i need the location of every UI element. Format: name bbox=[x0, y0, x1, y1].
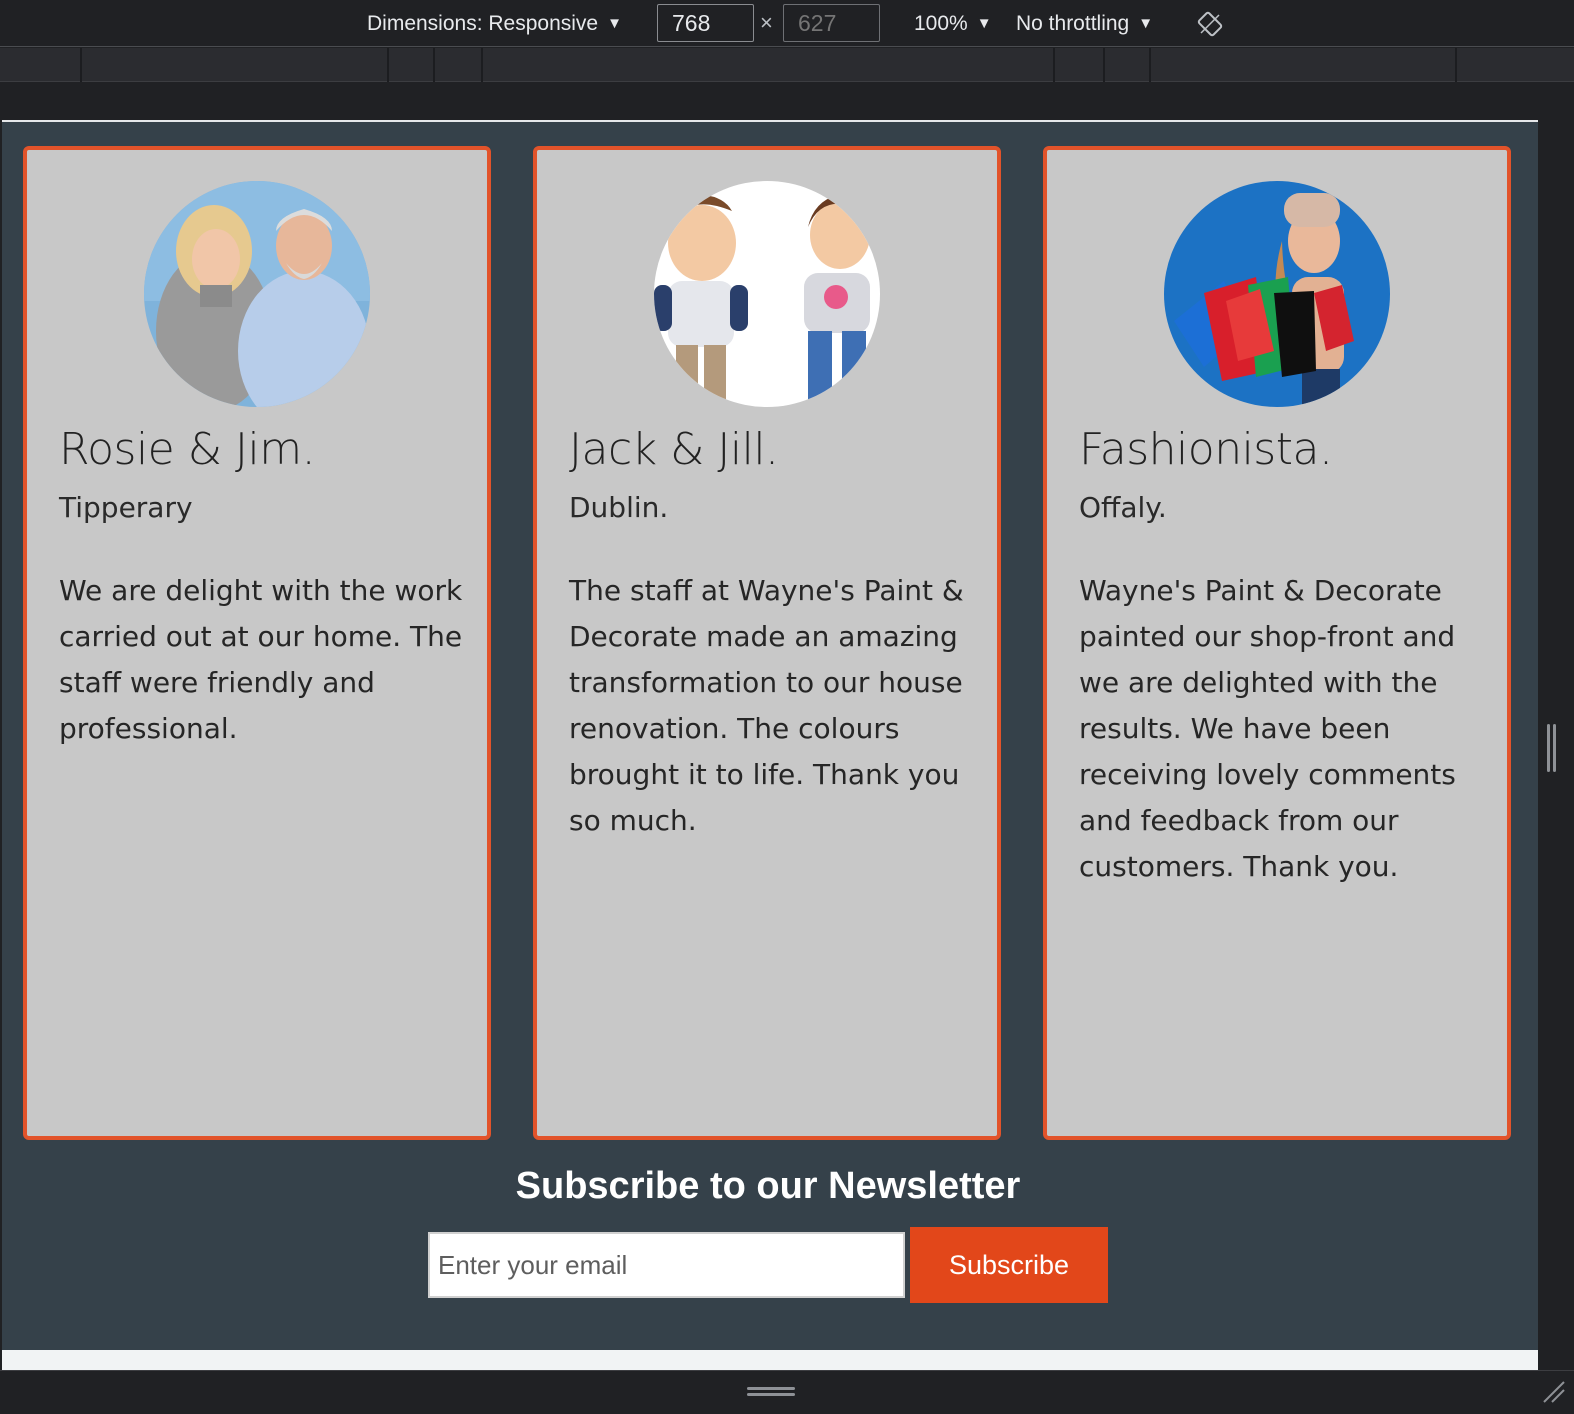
zoom-dropdown[interactable]: 100% ▼ bbox=[914, 0, 992, 47]
couple-photo bbox=[144, 181, 370, 407]
ruler-divider bbox=[387, 48, 389, 82]
toolbar-spacer bbox=[0, 83, 1574, 120]
height-input[interactable] bbox=[783, 4, 880, 42]
viewport-bottom-edge bbox=[2, 1350, 1538, 1370]
zoom-label: 100% bbox=[914, 11, 968, 35]
testimonial-name: Jack & Jill. bbox=[569, 424, 779, 475]
times-icon: × bbox=[760, 10, 773, 35]
testimonial-avatar bbox=[1164, 181, 1390, 407]
dimensions-label: Dimensions: Responsive bbox=[367, 11, 599, 35]
ruler-divider bbox=[1053, 48, 1055, 82]
cartoon-couple-illustration bbox=[654, 181, 880, 407]
media-query-bar[interactable] bbox=[0, 48, 1574, 82]
testimonial-avatar bbox=[654, 181, 880, 407]
testimonial-card: Fashionista. Offaly. Wayne's Paint & Dec… bbox=[1043, 146, 1511, 1140]
newsletter-title: Subscribe to our Newsletter bbox=[515, 1165, 1021, 1207]
device-toolbar: Dimensions: Responsive ▼ × 100% ▼ No thr… bbox=[0, 0, 1574, 47]
bottom-bar bbox=[0, 1370, 1574, 1414]
testimonial-text: We are delight with the work carried out… bbox=[59, 574, 463, 745]
testimonial-card: Rosie & Jim. Tipperary We are delight wi… bbox=[23, 146, 491, 1140]
corner-resize-icon[interactable] bbox=[1540, 1378, 1566, 1404]
testimonial-name: Rosie & Jim. bbox=[59, 424, 316, 475]
chevron-down-icon: ▼ bbox=[1138, 15, 1154, 32]
testimonial-text: The staff at Wayne's Paint & Decorate ma… bbox=[569, 574, 964, 837]
testimonial-location: Dublin. bbox=[569, 491, 669, 524]
newsletter-email-input[interactable] bbox=[428, 1232, 905, 1298]
throttling-dropdown[interactable]: No throttling ▼ bbox=[1016, 0, 1153, 47]
testimonial-avatar bbox=[144, 181, 370, 407]
testimonial-location: Tipperary bbox=[59, 491, 193, 524]
ruler-divider bbox=[433, 48, 435, 82]
ruler-divider bbox=[1455, 48, 1457, 82]
rotate-icon[interactable] bbox=[1197, 11, 1223, 37]
testimonial-text: Wayne's Paint & Decorate painted our sho… bbox=[1079, 574, 1456, 883]
dimensions-dropdown[interactable]: Dimensions: Responsive ▼ bbox=[367, 0, 622, 47]
ruler-divider bbox=[1149, 48, 1151, 82]
page-viewport: Rosie & Jim. Tipperary We are delight wi… bbox=[2, 120, 1538, 1370]
testimonial-card: Jack & Jill. Dublin. The staff at Wayne'… bbox=[533, 146, 1001, 1140]
ruler-divider bbox=[80, 48, 82, 82]
chevron-down-icon: ▼ bbox=[976, 15, 992, 32]
width-resize-handle[interactable] bbox=[1547, 724, 1557, 772]
height-resize-handle[interactable] bbox=[747, 1387, 795, 1397]
testimonial-location: Offaly. bbox=[1079, 491, 1167, 524]
chevron-down-icon: ▼ bbox=[607, 15, 622, 32]
shopper-photo bbox=[1164, 181, 1390, 407]
width-input[interactable] bbox=[657, 4, 754, 42]
ruler-divider bbox=[1103, 48, 1105, 82]
throttling-label: No throttling bbox=[1016, 11, 1130, 35]
subscribe-button[interactable]: Subscribe bbox=[910, 1227, 1108, 1303]
testimonial-name: Fashionista. bbox=[1079, 424, 1333, 475]
ruler-divider bbox=[481, 48, 483, 82]
